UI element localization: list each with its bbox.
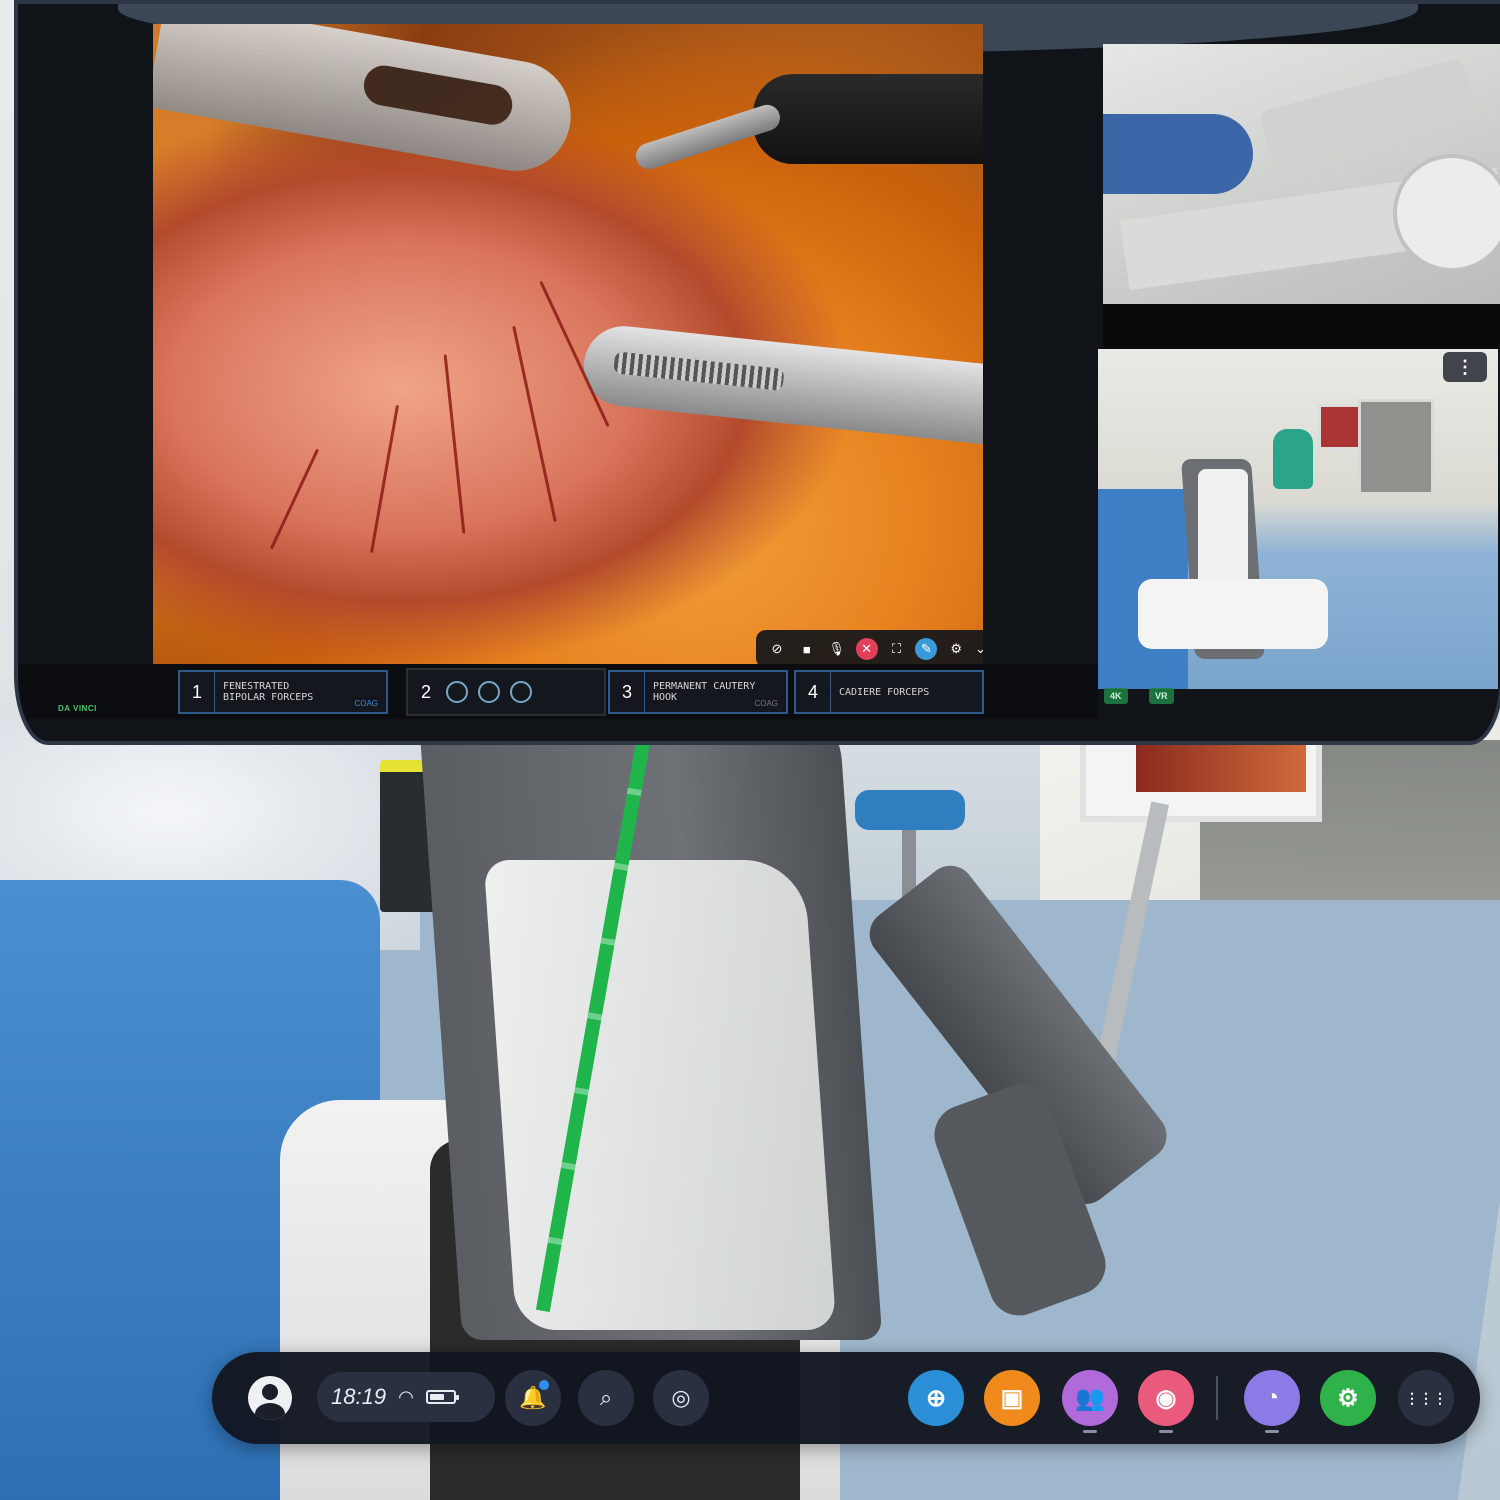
- instrument-name-line: BIPOLAR FORCEPS: [223, 692, 314, 703]
- avatar-icon: [248, 1376, 292, 1420]
- no-entry-icon[interactable]: ⊘: [766, 638, 788, 660]
- instrument-slot-4: 4 CADIERE FORCEPS: [794, 670, 984, 714]
- chevron-down-icon[interactable]: ⌄: [975, 638, 983, 660]
- app-store[interactable]: ▣: [984, 1370, 1040, 1426]
- blood-vessel: [369, 404, 400, 554]
- dock-divider: [1216, 1376, 1218, 1420]
- store-bag-icon: ▣: [1000, 1384, 1024, 1412]
- camera-angle-icon: [446, 681, 468, 703]
- resolution-badge: 4K: [1104, 688, 1128, 704]
- surgeon-arm: [1103, 114, 1253, 194]
- feed-window: [1358, 399, 1434, 495]
- fullscreen-icon[interactable]: ⛶: [886, 638, 908, 660]
- console-handle: [1258, 57, 1478, 171]
- settings-icon[interactable]: ⚙: [945, 638, 967, 660]
- instrument-name-line: HOOK: [653, 692, 678, 703]
- robot-white-panel: [483, 860, 837, 1330]
- battery-icon: [425, 1390, 459, 1404]
- vr-window[interactable]: ⊘ ■ 🎙 ✕ ⛶ ✎ ⚙ ⌄ DA VINCI 1 FENESTRATED B…: [14, 0, 1500, 745]
- app-camera[interactable]: ◉: [1138, 1370, 1194, 1426]
- video-controls: ⊘ ■ 🎙 ✕ ⛶ ✎ ⚙ ⌄: [756, 630, 983, 668]
- camera-app-icon: ◉: [1155, 1384, 1177, 1412]
- wifi-icon: ◠: [398, 1386, 414, 1407]
- instrument-name: CADIERE FORCEPS: [839, 686, 930, 698]
- console-knob: [1393, 154, 1500, 272]
- status-pill[interactable]: 18:19 ◠: [317, 1372, 495, 1422]
- microphone-icon[interactable]: 🎙: [826, 638, 848, 660]
- instrument-mode-tag: COAG: [754, 699, 778, 708]
- instrument-slot-3: 3 PERMANENT CAUTERY HOOK COAG: [608, 670, 788, 714]
- app-browser[interactable]: ◔: [1244, 1370, 1300, 1426]
- notification-dot: [539, 1380, 549, 1390]
- instrument-number: 2: [420, 681, 431, 702]
- browser-icon: ◔: [1264, 1384, 1280, 1411]
- mic-muted-icon[interactable]: ✕: [855, 638, 878, 660]
- blood-vessel: [443, 354, 466, 534]
- endoscope-feed[interactable]: ⊘ ■ 🎙 ✕ ⛶ ✎ ⚙ ⌄: [153, 24, 983, 684]
- instrument-name: FENESTRATED BIPOLAR FORCEPS: [215, 681, 313, 703]
- profile-button[interactable]: [242, 1370, 298, 1426]
- instrument-name-line: PERMANENT CAUTERY: [653, 681, 756, 692]
- app-settings[interactable]: ⚙: [1320, 1370, 1376, 1426]
- search-button[interactable]: ⌕: [578, 1370, 634, 1426]
- app-people[interactable]: 👥: [1062, 1370, 1118, 1426]
- scope-angle-icon: [510, 681, 532, 703]
- panel-gap: [1103, 304, 1500, 349]
- notifications-button[interactable]: 🔔: [505, 1370, 561, 1426]
- running-indicator: [1083, 1430, 1097, 1433]
- search-icon: ⌕: [599, 1385, 613, 1410]
- instrument-mode-tag: COAG: [354, 699, 378, 708]
- settings-app-icon: ⚙: [1337, 1384, 1359, 1412]
- feed-surgeon: [1273, 429, 1313, 489]
- passthrough-button[interactable]: ◎: [653, 1370, 709, 1426]
- grid-icon: ⋮⋮⋮: [1405, 1389, 1447, 1406]
- clock: 18:19: [331, 1384, 387, 1409]
- instrument-slot-1: 1 FENESTRATED BIPOLAR FORCEPS COAG: [178, 670, 388, 714]
- feed-robot-base: [1138, 579, 1328, 649]
- energy-gauge-icon: [478, 681, 500, 703]
- blood-vessel: [512, 325, 557, 523]
- console-camera-feed[interactable]: [1103, 44, 1500, 304]
- instrument-slot-2: 2: [406, 668, 606, 716]
- system-dock: 18:19 ◠ 🔔 ⌕ ◎ ⊕ ▣ 👥 ◉ ◔ ⚙ ⋮⋮⋮: [212, 1352, 1480, 1444]
- instrument-number: 3: [610, 672, 645, 712]
- app-library[interactable]: ⋮⋮⋮: [1398, 1370, 1454, 1426]
- instrument-hud: DA VINCI 1 FENESTRATED BIPOLAR FORCEPS C…: [18, 664, 1098, 719]
- bipolar-forceps: [579, 322, 983, 446]
- running-indicator: [1265, 1430, 1279, 1433]
- pen-icon[interactable]: ✎: [915, 638, 938, 660]
- people-icon: 👥: [1075, 1384, 1105, 1412]
- instrument-name-line: FENESTRATED: [223, 681, 290, 692]
- stool-seat: [855, 790, 965, 830]
- goggles-icon: ◎: [671, 1385, 691, 1410]
- grasper-instrument: [153, 24, 580, 180]
- more-options-button[interactable]: ⋮: [1443, 352, 1487, 382]
- hud-brand: DA VINCI: [58, 704, 97, 713]
- cautery-hook-shaft: [753, 74, 983, 164]
- running-indicator: [1159, 1430, 1173, 1433]
- instrument-name: PERMANENT CAUTERY HOOK: [645, 681, 755, 703]
- room-camera-feed[interactable]: [1098, 349, 1498, 689]
- vr-badge: VR: [1149, 688, 1174, 704]
- app-navigator[interactable]: ⊕: [908, 1370, 964, 1426]
- instrument-number: 1: [180, 672, 215, 712]
- instrument-number: 4: [796, 672, 831, 712]
- camera-icon[interactable]: ■: [796, 638, 818, 660]
- blood-vessel: [269, 448, 320, 550]
- compass-icon: ⊕: [925, 1384, 947, 1412]
- feed-robot-panel: [1198, 469, 1248, 589]
